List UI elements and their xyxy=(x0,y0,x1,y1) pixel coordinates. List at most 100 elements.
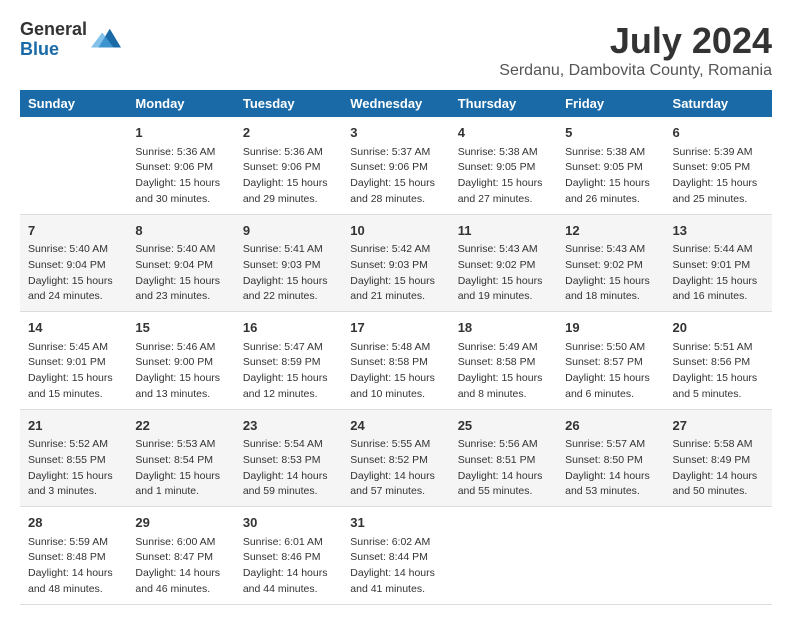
page-header: General Blue July 2024 Serdanu, Dambovit… xyxy=(20,20,772,80)
day-number: 15 xyxy=(135,318,226,338)
day-number: 22 xyxy=(135,416,226,436)
day-info: Sunrise: 5:47 AM Sunset: 8:59 PM Dayligh… xyxy=(243,340,334,403)
day-info: Sunrise: 5:37 AM Sunset: 9:06 PM Dayligh… xyxy=(350,145,441,208)
day-info: Sunrise: 5:40 AM Sunset: 9:04 PM Dayligh… xyxy=(135,242,226,305)
calendar-cell xyxy=(20,117,127,214)
day-info: Sunrise: 5:45 AM Sunset: 9:01 PM Dayligh… xyxy=(28,340,119,403)
day-number: 11 xyxy=(458,221,549,241)
day-number: 25 xyxy=(458,416,549,436)
calendar-cell: 21Sunrise: 5:52 AM Sunset: 8:55 PM Dayli… xyxy=(20,409,127,507)
calendar-cell: 29Sunrise: 6:00 AM Sunset: 8:47 PM Dayli… xyxy=(127,507,234,605)
day-number: 24 xyxy=(350,416,441,436)
calendar-week-row: 28Sunrise: 5:59 AM Sunset: 8:48 PM Dayli… xyxy=(20,507,772,605)
day-info: Sunrise: 5:41 AM Sunset: 9:03 PM Dayligh… xyxy=(243,242,334,305)
day-number: 28 xyxy=(28,513,119,533)
calendar-cell: 20Sunrise: 5:51 AM Sunset: 8:56 PM Dayli… xyxy=(665,312,772,410)
day-number: 1 xyxy=(135,123,226,143)
logo-icon xyxy=(91,25,121,55)
day-number: 7 xyxy=(28,221,119,241)
day-number: 9 xyxy=(243,221,334,241)
day-number: 30 xyxy=(243,513,334,533)
day-number: 4 xyxy=(458,123,549,143)
day-info: Sunrise: 5:38 AM Sunset: 9:05 PM Dayligh… xyxy=(565,145,656,208)
day-info: Sunrise: 6:00 AM Sunset: 8:47 PM Dayligh… xyxy=(135,535,226,598)
col-header-monday: Monday xyxy=(127,90,234,117)
day-info: Sunrise: 5:56 AM Sunset: 8:51 PM Dayligh… xyxy=(458,437,549,500)
day-info: Sunrise: 6:01 AM Sunset: 8:46 PM Dayligh… xyxy=(243,535,334,598)
day-number: 13 xyxy=(673,221,764,241)
day-number: 27 xyxy=(673,416,764,436)
calendar-cell: 11Sunrise: 5:43 AM Sunset: 9:02 PM Dayli… xyxy=(450,214,557,312)
calendar-cell: 10Sunrise: 5:42 AM Sunset: 9:03 PM Dayli… xyxy=(342,214,449,312)
day-info: Sunrise: 5:50 AM Sunset: 8:57 PM Dayligh… xyxy=(565,340,656,403)
logo-blue-text: Blue xyxy=(20,40,87,60)
day-number: 19 xyxy=(565,318,656,338)
day-info: Sunrise: 5:58 AM Sunset: 8:49 PM Dayligh… xyxy=(673,437,764,500)
calendar-header-row: SundayMondayTuesdayWednesdayThursdayFrid… xyxy=(20,90,772,117)
day-info: Sunrise: 5:38 AM Sunset: 9:05 PM Dayligh… xyxy=(458,145,549,208)
day-info: Sunrise: 5:36 AM Sunset: 9:06 PM Dayligh… xyxy=(243,145,334,208)
day-info: Sunrise: 5:53 AM Sunset: 8:54 PM Dayligh… xyxy=(135,437,226,500)
day-info: Sunrise: 5:48 AM Sunset: 8:58 PM Dayligh… xyxy=(350,340,441,403)
day-info: Sunrise: 5:55 AM Sunset: 8:52 PM Dayligh… xyxy=(350,437,441,500)
calendar-cell: 24Sunrise: 5:55 AM Sunset: 8:52 PM Dayli… xyxy=(342,409,449,507)
day-info: Sunrise: 5:51 AM Sunset: 8:56 PM Dayligh… xyxy=(673,340,764,403)
day-info: Sunrise: 5:40 AM Sunset: 9:04 PM Dayligh… xyxy=(28,242,119,305)
calendar-cell xyxy=(557,507,664,605)
title-block: July 2024 Serdanu, Dambovita County, Rom… xyxy=(499,20,772,80)
day-info: Sunrise: 5:46 AM Sunset: 9:00 PM Dayligh… xyxy=(135,340,226,403)
location-subtitle: Serdanu, Dambovita County, Romania xyxy=(499,62,772,80)
day-number: 18 xyxy=(458,318,549,338)
day-number: 29 xyxy=(135,513,226,533)
col-header-sunday: Sunday xyxy=(20,90,127,117)
day-number: 23 xyxy=(243,416,334,436)
day-info: Sunrise: 5:52 AM Sunset: 8:55 PM Dayligh… xyxy=(28,437,119,500)
calendar-cell: 1Sunrise: 5:36 AM Sunset: 9:06 PM Daylig… xyxy=(127,117,234,214)
day-info: Sunrise: 6:02 AM Sunset: 8:44 PM Dayligh… xyxy=(350,535,441,598)
day-info: Sunrise: 5:49 AM Sunset: 8:58 PM Dayligh… xyxy=(458,340,549,403)
calendar-cell: 19Sunrise: 5:50 AM Sunset: 8:57 PM Dayli… xyxy=(557,312,664,410)
calendar-cell: 26Sunrise: 5:57 AM Sunset: 8:50 PM Dayli… xyxy=(557,409,664,507)
logo-general-text: General xyxy=(20,20,87,40)
calendar-cell: 6Sunrise: 5:39 AM Sunset: 9:05 PM Daylig… xyxy=(665,117,772,214)
day-info: Sunrise: 5:42 AM Sunset: 9:03 PM Dayligh… xyxy=(350,242,441,305)
calendar-cell: 8Sunrise: 5:40 AM Sunset: 9:04 PM Daylig… xyxy=(127,214,234,312)
day-info: Sunrise: 5:39 AM Sunset: 9:05 PM Dayligh… xyxy=(673,145,764,208)
month-year-title: July 2024 xyxy=(499,20,772,62)
calendar-cell: 7Sunrise: 5:40 AM Sunset: 9:04 PM Daylig… xyxy=(20,214,127,312)
calendar-week-row: 21Sunrise: 5:52 AM Sunset: 8:55 PM Dayli… xyxy=(20,409,772,507)
calendar-cell: 31Sunrise: 6:02 AM Sunset: 8:44 PM Dayli… xyxy=(342,507,449,605)
calendar-table: SundayMondayTuesdayWednesdayThursdayFrid… xyxy=(20,90,772,605)
calendar-cell: 23Sunrise: 5:54 AM Sunset: 8:53 PM Dayli… xyxy=(235,409,342,507)
calendar-cell: 5Sunrise: 5:38 AM Sunset: 9:05 PM Daylig… xyxy=(557,117,664,214)
calendar-week-row: 7Sunrise: 5:40 AM Sunset: 9:04 PM Daylig… xyxy=(20,214,772,312)
day-number: 31 xyxy=(350,513,441,533)
day-info: Sunrise: 5:43 AM Sunset: 9:02 PM Dayligh… xyxy=(565,242,656,305)
calendar-cell xyxy=(665,507,772,605)
day-number: 8 xyxy=(135,221,226,241)
calendar-cell: 27Sunrise: 5:58 AM Sunset: 8:49 PM Dayli… xyxy=(665,409,772,507)
calendar-cell: 28Sunrise: 5:59 AM Sunset: 8:48 PM Dayli… xyxy=(20,507,127,605)
day-number: 26 xyxy=(565,416,656,436)
day-info: Sunrise: 5:44 AM Sunset: 9:01 PM Dayligh… xyxy=(673,242,764,305)
day-number: 16 xyxy=(243,318,334,338)
col-header-friday: Friday xyxy=(557,90,664,117)
calendar-cell: 12Sunrise: 5:43 AM Sunset: 9:02 PM Dayli… xyxy=(557,214,664,312)
day-number: 6 xyxy=(673,123,764,143)
calendar-cell: 2Sunrise: 5:36 AM Sunset: 9:06 PM Daylig… xyxy=(235,117,342,214)
day-number: 2 xyxy=(243,123,334,143)
calendar-cell: 22Sunrise: 5:53 AM Sunset: 8:54 PM Dayli… xyxy=(127,409,234,507)
day-info: Sunrise: 5:43 AM Sunset: 9:02 PM Dayligh… xyxy=(458,242,549,305)
calendar-cell: 4Sunrise: 5:38 AM Sunset: 9:05 PM Daylig… xyxy=(450,117,557,214)
col-header-thursday: Thursday xyxy=(450,90,557,117)
logo: General Blue xyxy=(20,20,121,60)
day-number: 14 xyxy=(28,318,119,338)
calendar-week-row: 14Sunrise: 5:45 AM Sunset: 9:01 PM Dayli… xyxy=(20,312,772,410)
day-number: 20 xyxy=(673,318,764,338)
day-number: 17 xyxy=(350,318,441,338)
calendar-cell xyxy=(450,507,557,605)
col-header-tuesday: Tuesday xyxy=(235,90,342,117)
day-number: 21 xyxy=(28,416,119,436)
day-info: Sunrise: 5:54 AM Sunset: 8:53 PM Dayligh… xyxy=(243,437,334,500)
calendar-week-row: 1 Sunrise: 5:36 AM Sunset: 9:06 PM Daylig… xyxy=(20,117,772,214)
